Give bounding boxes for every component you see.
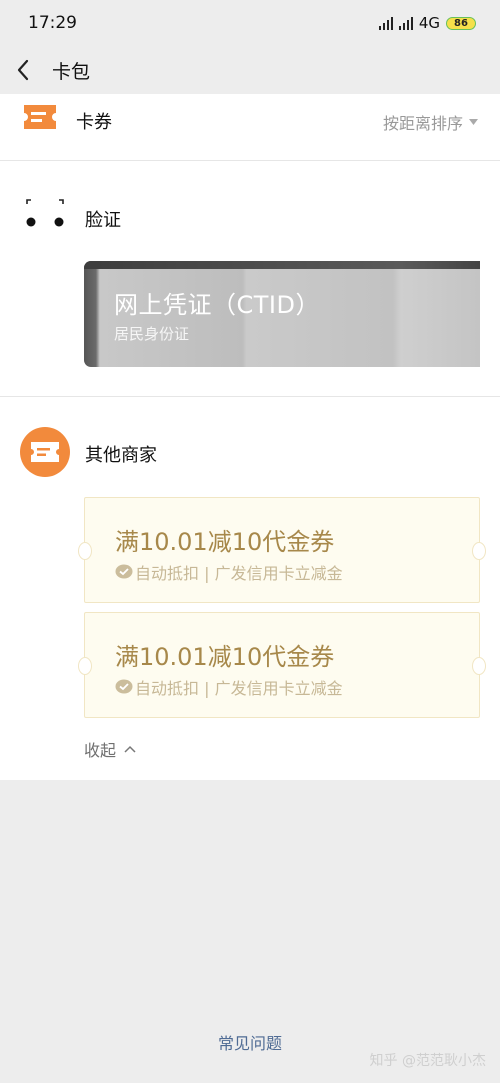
voucher-subtitle: 自动抵扣 | 广发信用卡立减金	[135, 564, 343, 583]
page-title: 卡包	[52, 60, 91, 83]
back-arrow-icon[interactable]	[16, 59, 38, 81]
merchant-section: 其他商家 满10.01减10代金券 自动抵扣 | 广发信用卡立减金 满10.01…	[0, 396, 500, 780]
verify-section-title: 脸证	[85, 210, 121, 231]
ctid-card-title: 网上凭证（CTID）	[114, 291, 320, 319]
ctid-card[interactable]: 网上凭证（CTID） 居民身份证	[84, 261, 480, 367]
wechat-pay-icon	[115, 679, 133, 695]
voucher-title: 满10.01减10代金券	[115, 643, 335, 671]
triangle-down-icon	[469, 119, 478, 125]
voucher-subtitle-row: 自动抵扣 | 广发信用卡立减金	[115, 675, 343, 699]
faq-label: 常见问题	[217, 1034, 282, 1053]
coupon-icon	[24, 105, 56, 129]
voucher-title: 满10.01减10代金券	[115, 528, 335, 556]
sort-label: 按距离排序	[382, 114, 463, 133]
sort-button[interactable]: 按距离排序	[383, 110, 478, 134]
signal-icon-2	[398, 16, 413, 30]
status-indicators: 4G 86	[378, 14, 476, 32]
verify-section: 脸证 网上凭证（CTID） 居民身份证	[0, 160, 500, 396]
ctid-card-subtitle: 居民身份证	[114, 325, 190, 343]
battery-icon: 86	[446, 16, 476, 30]
network-type: 4G	[418, 14, 440, 32]
wechat-pay-icon	[115, 564, 133, 580]
card-section: 卡券 按距离排序	[0, 94, 500, 160]
voucher-subtitle: 自动抵扣 | 广发信用卡立减金	[135, 679, 343, 698]
nav-bar: 卡包	[0, 46, 500, 94]
voucher-subtitle-row: 自动抵扣 | 广发信用卡立减金	[115, 560, 343, 584]
collapse-label: 收起	[84, 741, 117, 760]
chevron-up-icon	[124, 745, 136, 753]
collapse-button[interactable]: 收起	[84, 737, 136, 761]
status-bar: 17:29 4G 86	[0, 0, 500, 46]
voucher-card[interactable]: 满10.01减10代金券 自动抵扣 | 广发信用卡立减金	[78, 497, 486, 603]
face-scan-icon	[25, 198, 65, 228]
signal-icon	[378, 16, 393, 30]
merchant-section-title: 其他商家	[85, 445, 157, 466]
merchant-coupon-icon	[20, 427, 70, 477]
status-time: 17:29	[28, 13, 77, 33]
voucher-card[interactable]: 满10.01减10代金券 自动抵扣 | 广发信用卡立减金	[78, 612, 486, 718]
watermark: 知乎 @范范耿小杰	[369, 1053, 486, 1069]
battery-level: 86	[454, 17, 468, 29]
card-section-title: 卡券	[76, 112, 112, 133]
